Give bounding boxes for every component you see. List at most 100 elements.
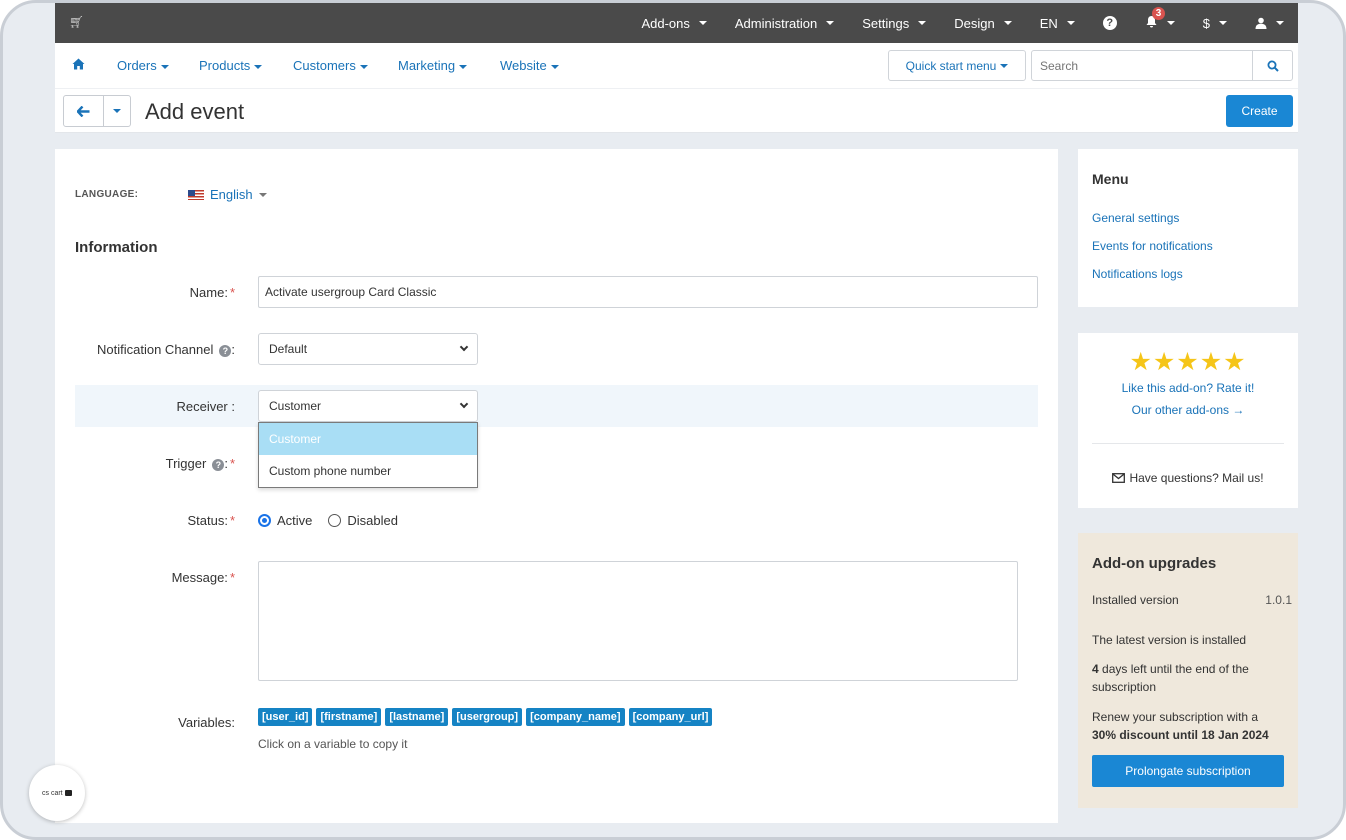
receiver-option-custom-phone[interactable]: Custom phone number	[259, 455, 477, 487]
caret-down-icon	[1219, 21, 1227, 25]
upgrades-title: Add-on upgrades	[1092, 555, 1217, 572]
variables-hint: Click on a variable to copy it	[258, 737, 408, 751]
top-nav: Add-ons Administration Settings Design E…	[627, 3, 1298, 43]
back-dropdown-button[interactable]	[104, 96, 130, 126]
required-asterisk: *	[229, 513, 235, 528]
logo-text: cs cart	[42, 789, 63, 797]
status-disabled-label[interactable]: Disabled	[347, 513, 398, 528]
question-circle-icon: ?	[1102, 16, 1117, 30]
main-form-panel: LANGUAGE: English Information Name: * Act…	[55, 149, 1058, 823]
sidebar-menu-title: Menu	[1092, 171, 1129, 187]
quick-start-label: Quick start menu	[905, 58, 997, 73]
variable-firstname[interactable]: [firstname]	[316, 708, 382, 726]
notification-channel-select[interactable]: Default	[258, 333, 478, 365]
required-asterisk: *	[229, 456, 235, 471]
installed-version-label: Installed version	[1092, 593, 1179, 607]
status-active-label[interactable]: Active	[277, 513, 312, 528]
quick-start-menu-button[interactable]: Quick start menu	[888, 50, 1026, 81]
trigger-label: Trigger?: *	[165, 456, 235, 471]
caret-down-icon	[1000, 63, 1009, 68]
nav-marketing[interactable]: Marketing	[398, 58, 468, 73]
days-left-text: 4 days left until the end of the subscri…	[1092, 660, 1287, 696]
variable-user-id[interactable]: [user_id]	[258, 708, 313, 726]
search-input[interactable]	[1031, 50, 1253, 81]
link-notifications-logs[interactable]: Notifications logs	[1092, 267, 1183, 281]
days-left-suffix: days left until the end of the subscript…	[1092, 662, 1249, 694]
receiver-label: Receiver :	[176, 399, 235, 414]
chevron-down-icon	[459, 342, 469, 352]
nav-website[interactable]: Website	[500, 58, 559, 73]
receiver-dropdown-list: Customer Custom phone number	[258, 422, 478, 488]
caret-down-icon	[826, 21, 835, 25]
other-addons-link[interactable]: Our other add-ons →	[1078, 403, 1298, 417]
back-button[interactable]	[64, 96, 104, 126]
addon-upgrades-panel: Add-on upgrades Installed version 1.0.1 …	[1078, 533, 1298, 808]
page-header: Add event Create	[55, 89, 1298, 133]
menu-settings[interactable]: Settings	[848, 3, 940, 43]
nav-website-label: Website	[500, 58, 547, 73]
caret-down-icon	[1066, 21, 1075, 25]
menu-addons-label: Add-ons	[641, 15, 690, 31]
variable-usergroup[interactable]: [usergroup]	[452, 708, 523, 726]
installed-version-value: 1.0.1	[1265, 593, 1292, 607]
status-radio-group: Active Disabled	[258, 513, 398, 528]
language-selector[interactable]: EN	[1026, 3, 1089, 43]
currency-selector[interactable]: $	[1189, 3, 1241, 43]
nav-orders[interactable]: Orders	[117, 58, 169, 73]
arrow-left-icon	[77, 105, 90, 117]
menu-addons[interactable]: Add-ons	[627, 3, 720, 43]
mail-us-link[interactable]: Have questions? Mail us!	[1078, 471, 1298, 485]
receiver-select[interactable]: Customer	[258, 390, 478, 422]
link-general-settings[interactable]: General settings	[1092, 211, 1179, 225]
caret-down-icon	[550, 64, 559, 69]
status-label: Status: *	[55, 513, 235, 528]
receiver-value: Customer	[269, 399, 322, 413]
cscart-logo-bubble[interactable]: cs cart	[29, 765, 85, 821]
question-circle-icon[interactable]: ?	[212, 458, 225, 471]
menu-settings-label: Settings	[862, 15, 910, 31]
caret-down-icon	[1166, 21, 1175, 25]
caret-down-icon	[258, 192, 267, 197]
message-label-text: Message:	[171, 570, 228, 585]
search-icon	[1267, 60, 1279, 72]
rate-addon-link[interactable]: Like this add-on? Rate it!	[1078, 381, 1298, 395]
user-icon	[1255, 17, 1267, 29]
search-button[interactable]	[1252, 50, 1293, 81]
receiver-option-customer[interactable]: Customer	[259, 423, 477, 455]
renew-prefix: Renew your subscription with a	[1092, 710, 1259, 724]
rating-stars[interactable]: ★★★★★	[1078, 347, 1298, 377]
variable-lastname[interactable]: [lastname]	[385, 708, 449, 726]
menu-design-label: Design	[954, 15, 995, 31]
name-field[interactable]: Activate usergroup Card Classic	[258, 276, 1038, 308]
message-textarea[interactable]	[258, 561, 1018, 681]
variable-company-name[interactable]: [company_name]	[526, 708, 625, 726]
help-button[interactable]: ?	[1089, 3, 1131, 43]
menu-administration[interactable]: Administration	[721, 3, 848, 43]
days-left-count: 4	[1092, 662, 1099, 676]
status-active-radio[interactable]	[258, 514, 271, 527]
prolongate-subscription-button[interactable]: Prolongate subscription	[1092, 755, 1284, 787]
channel-label-text: Notification Channel	[97, 342, 214, 357]
notifications-button[interactable]: 3	[1131, 3, 1189, 43]
nav-products[interactable]: Products	[199, 58, 263, 73]
shopping-cart-icon[interactable]: 🛒︎	[69, 15, 84, 29]
link-events-for-notifications[interactable]: Events for notifications	[1092, 239, 1213, 253]
nav-products-label: Products	[199, 58, 251, 73]
menu-administration-label: Administration	[734, 15, 818, 31]
name-label: Name: *	[55, 285, 235, 300]
menu-design[interactable]: Design	[940, 3, 1025, 43]
logo-badge	[64, 790, 72, 796]
language-value: English	[210, 187, 253, 202]
home-icon[interactable]	[72, 58, 85, 73]
currency-label: $	[1202, 15, 1210, 31]
message-label: Message: *	[55, 570, 235, 585]
nav-customers[interactable]: Customers	[293, 58, 368, 73]
user-menu[interactable]	[1241, 3, 1298, 43]
question-circle-icon[interactable]: ?	[219, 344, 232, 357]
notification-count-badge: 3	[1151, 6, 1166, 20]
language-dropdown[interactable]: English	[188, 187, 267, 202]
create-button[interactable]: Create	[1226, 95, 1293, 127]
language-label: LANGUAGE:	[75, 189, 139, 200]
status-disabled-radio[interactable]	[328, 514, 342, 527]
variable-company-url[interactable]: [company_url]	[628, 708, 713, 726]
